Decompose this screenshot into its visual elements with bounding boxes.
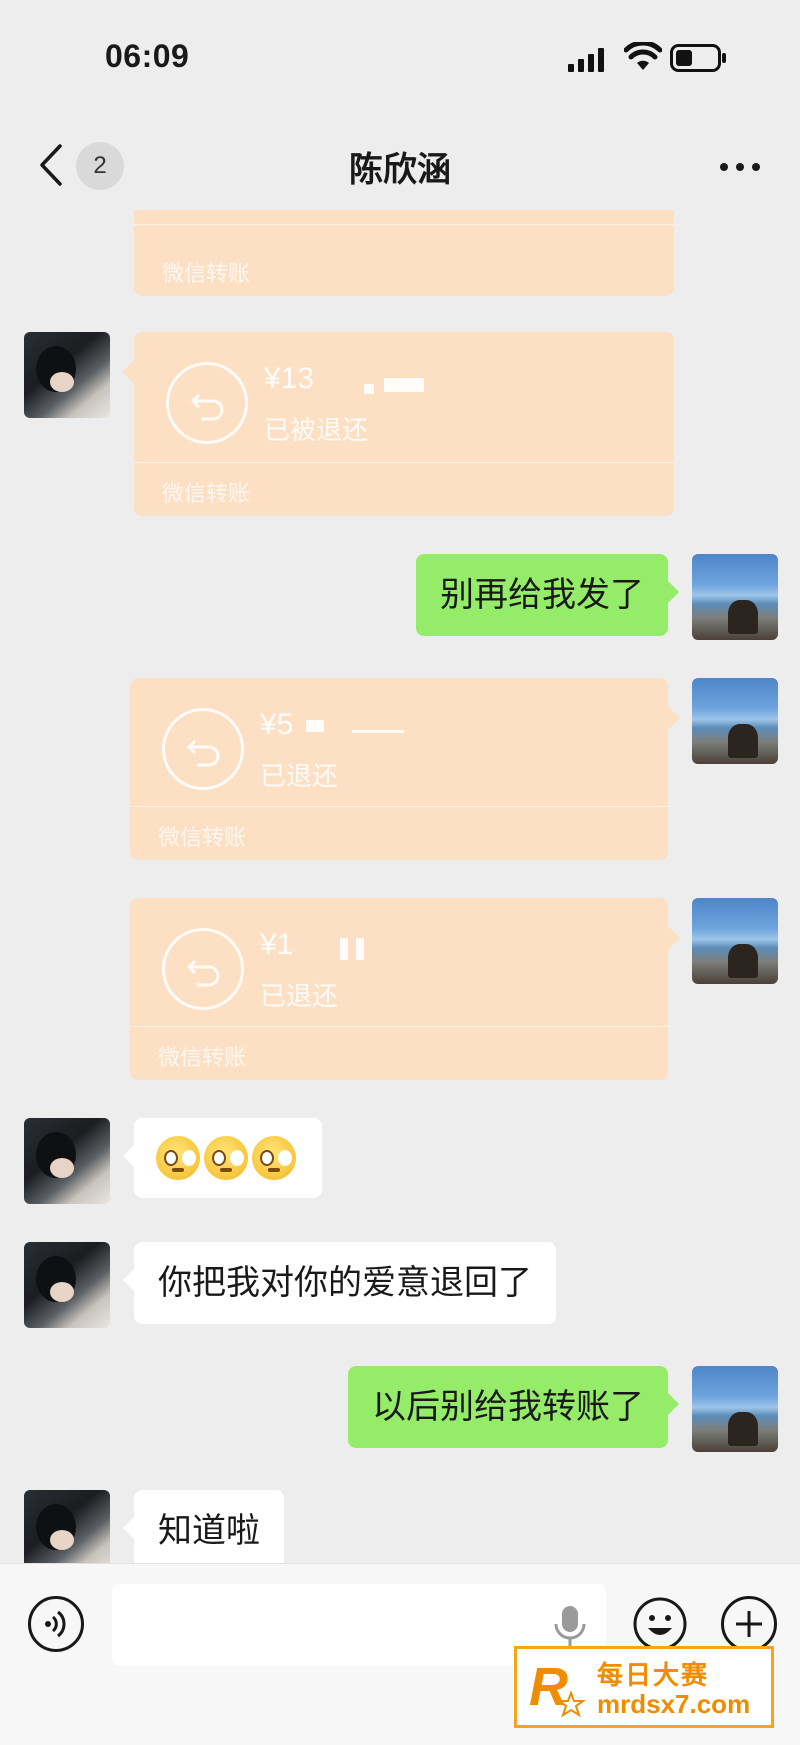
status-time: 06:09 (105, 38, 190, 74)
transfer-amount: ¥1 (260, 928, 294, 961)
plus-icon (736, 1611, 762, 1637)
redaction-mark (340, 938, 348, 960)
message-text: 以后别给我转账了 (372, 1387, 644, 1427)
more-options-icon[interactable] (716, 152, 764, 182)
site-watermark: R 每日大赛 mrdsx7.com (514, 1646, 774, 1728)
redaction-mark (356, 938, 364, 960)
watermark-logo-icon: R (529, 1657, 587, 1718)
voice-input-button[interactable] (28, 1596, 84, 1652)
refund-icon (162, 928, 244, 1010)
transfer-label: 微信转账 (158, 1046, 247, 1071)
self-avatar[interactable] (692, 1366, 778, 1452)
peer-avatar[interactable] (24, 332, 110, 418)
self-avatar[interactable] (692, 554, 778, 640)
message-text: 知道啦 (158, 1511, 260, 1551)
redaction-mark (384, 378, 424, 392)
transfer-divider (130, 806, 668, 807)
voice-wave-icon (45, 1610, 66, 1638)
message-bubble-peer[interactable] (123, 1118, 322, 1198)
chat-title: 陈欣涵 (349, 150, 451, 190)
microphone-icon[interactable] (552, 1604, 588, 1650)
transfer-status: 已退还 (260, 982, 339, 1012)
watermark-domain: mrdsx7.com (597, 1689, 751, 1719)
redaction-mark (364, 384, 374, 394)
self-avatar[interactable] (692, 678, 778, 764)
signal-icon (568, 48, 604, 72)
transfer-divider (130, 1026, 668, 1027)
transfer-card[interactable]: ¥1 已退还 微信转账 (130, 898, 680, 1080)
transfer-status: 已退还 (260, 762, 339, 792)
message-bubble-peer[interactable]: 你把我对你的爱意退回了 (123, 1242, 556, 1324)
transfer-status: 已被退还 (264, 416, 369, 446)
transfer-label: 微信转账 (162, 262, 251, 287)
transfer-label: 微信转账 (158, 826, 247, 851)
watermark-title: 每日大赛 (597, 1661, 710, 1691)
redaction-mark (306, 720, 324, 732)
transfer-divider (134, 462, 674, 463)
add-more-button[interactable] (721, 1596, 777, 1652)
transfer-amount: ¥5 (260, 708, 294, 741)
refund-icon (162, 708, 244, 790)
message-text: 你把我对你的爱意退回了 (158, 1263, 532, 1303)
pleading-face-emoji-icon (252, 1136, 296, 1180)
emoji-button-icon[interactable] (632, 1596, 688, 1652)
transfer-amount: ¥13 (264, 362, 315, 395)
transfer-divider (134, 224, 674, 225)
redaction-mark (352, 730, 404, 733)
self-avatar[interactable] (692, 898, 778, 984)
transfer-card[interactable]: 微信转账 (134, 210, 674, 296)
svg-text:R: R (529, 1657, 568, 1717)
transfer-card[interactable]: ¥5 已退还 微信转账 (130, 678, 680, 860)
transfer-label: 微信转账 (162, 482, 251, 507)
pleading-face-emoji-icon (156, 1136, 200, 1180)
message-bubble-self[interactable]: 以后别给我转账了 (348, 1366, 679, 1448)
peer-avatar[interactable] (24, 1118, 110, 1204)
battery-icon (670, 44, 726, 72)
message-bubble-self[interactable]: 别再给我发了 (416, 554, 679, 636)
refund-icon (166, 362, 248, 444)
message-bubble-peer[interactable]: 知道啦 (123, 1490, 284, 1572)
peer-avatar[interactable] (24, 1242, 110, 1328)
transfer-card[interactable]: ¥13 已被退还 微信转账 (122, 332, 674, 516)
status-bar: 06:09 (0, 0, 800, 110)
wifi-icon (624, 42, 662, 70)
pleading-face-emoji-icon (204, 1136, 248, 1180)
message-text: 别再给我发了 (440, 575, 644, 615)
